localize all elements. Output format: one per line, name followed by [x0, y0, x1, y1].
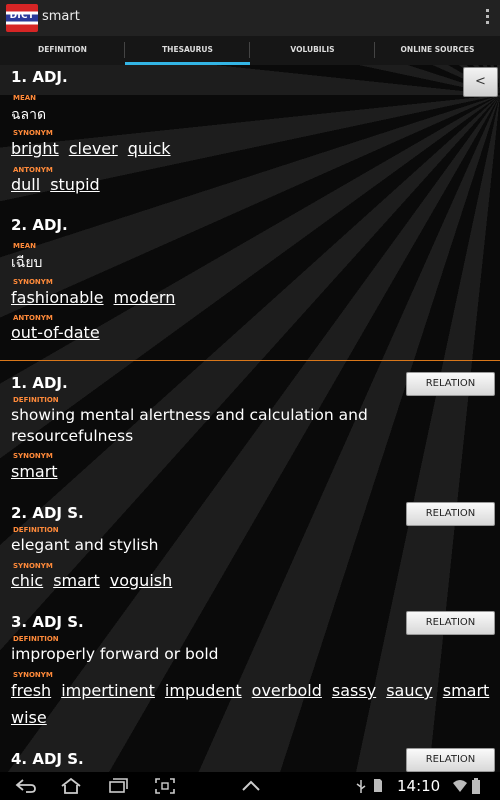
sense-heading-3: 3. ADJ S.	[11, 613, 84, 631]
synonym-link[interactable]: quick	[128, 139, 171, 158]
synonym-label: SYNONYM	[13, 452, 53, 460]
synonym-links: fresh impertinent impudent overbold sassy sau…	[11, 681, 489, 700]
synonym-link[interactable]: sassy	[332, 681, 376, 700]
antonym-link[interactable]: stupid	[50, 175, 100, 194]
synonym-link[interactable]: fresh	[11, 681, 51, 700]
synonym-link[interactable]: smart	[53, 571, 100, 590]
tab-online-sources[interactable]: ONLINE SOURCES	[375, 36, 500, 65]
synonym-links: chic smart voguish	[11, 571, 182, 590]
synonym-link[interactable]: voguish	[110, 571, 172, 590]
tab-volubilis[interactable]: VOLUBILIS	[250, 36, 375, 65]
synonym-links: fashionable modern	[11, 288, 185, 307]
definition-text: elegant and stylish	[11, 536, 159, 554]
definition-text: improperly forward or bold	[11, 645, 219, 663]
relation-button[interactable]: RELATION	[406, 372, 495, 396]
synonym-label: SYNONYM	[13, 129, 53, 137]
tab-definition[interactable]: DEFINITION	[0, 36, 125, 65]
chevron-up-icon[interactable]	[240, 778, 262, 794]
synonym-links-wrap: wise	[11, 708, 57, 727]
collapse-button[interactable]: <	[463, 67, 498, 97]
overflow-menu-icon[interactable]	[482, 9, 492, 27]
relation-button[interactable]: RELATION	[406, 748, 495, 772]
antonym-link[interactable]: out-of-date	[11, 323, 100, 342]
synonym-label: SYNONYM	[13, 278, 53, 286]
synonym-link[interactable]: clever	[69, 139, 118, 158]
sense-heading-4: 4. ADJ S.	[11, 750, 84, 768]
thesaurus-heading-1: 1. ADJ.	[11, 68, 68, 86]
battery-icon	[472, 778, 480, 794]
synonym-link[interactable]: impertinent	[61, 681, 155, 700]
synonym-link[interactable]: wise	[11, 708, 47, 727]
action-bar: DICT smart	[0, 0, 500, 36]
relation-button[interactable]: RELATION	[406, 502, 495, 526]
synonym-link[interactable]: chic	[11, 571, 43, 590]
definition-text: showing mental alertness and calculation…	[11, 406, 368, 445]
synonym-link[interactable]: smart	[11, 462, 58, 481]
app-flag-icon[interactable]: DICT	[6, 4, 38, 32]
synonym-link[interactable]: bright	[11, 139, 59, 158]
status-clock: 14:10	[397, 777, 441, 795]
antonym-label: ANTONYM	[13, 314, 53, 322]
antonym-link[interactable]: dull	[11, 175, 40, 194]
back-icon[interactable]	[14, 777, 38, 795]
definition-label: DEFINITION	[13, 526, 59, 534]
mean-label: MEAN	[13, 94, 37, 102]
synonym-link[interactable]: saucy	[386, 681, 433, 700]
synonym-link[interactable]: impudent	[165, 681, 242, 700]
tab-thesaurus[interactable]: THESAURUS	[125, 36, 250, 65]
section-divider	[0, 360, 500, 361]
synonym-link[interactable]: smart	[443, 681, 490, 700]
sd-card-icon	[374, 779, 382, 792]
sense-heading-1: 1. ADJ.	[11, 374, 68, 392]
mean-value: เฉียบ	[11, 255, 43, 271]
synonym-link[interactable]: fashionable	[11, 288, 104, 307]
app-icon-text: DICT	[9, 11, 35, 21]
tab-bar: DEFINITION THESAURUS VOLUBILIS ONLINE SO…	[0, 36, 500, 65]
home-icon[interactable]	[60, 777, 82, 795]
mean-label: MEAN	[13, 242, 37, 250]
antonym-links: out-of-date	[11, 323, 110, 342]
synonym-link[interactable]: overbold	[252, 681, 322, 700]
usb-icon	[356, 780, 366, 793]
thesaurus-heading-2: 2. ADJ.	[11, 216, 68, 234]
relation-button[interactable]: RELATION	[406, 611, 495, 635]
definition-label: DEFINITION	[13, 396, 59, 404]
synonym-label: SYNONYM	[13, 671, 53, 679]
mean-value: ฉลาด	[11, 107, 47, 123]
synonym-link[interactable]: modern	[114, 288, 176, 307]
synonym-links: bright clever quick	[11, 139, 181, 158]
wifi-icon	[453, 780, 467, 792]
antonym-label: ANTONYM	[13, 166, 53, 174]
definition-label: DEFINITION	[13, 635, 59, 643]
antonym-links: dull stupid	[11, 175, 110, 194]
synonym-label: SYNONYM	[13, 562, 53, 570]
app-title: smart	[42, 9, 80, 24]
synonym-links: smart	[11, 462, 68, 481]
sense-heading-2: 2. ADJ S.	[11, 504, 84, 522]
recent-apps-icon[interactable]	[107, 777, 129, 795]
screenshot-icon[interactable]	[154, 777, 176, 795]
